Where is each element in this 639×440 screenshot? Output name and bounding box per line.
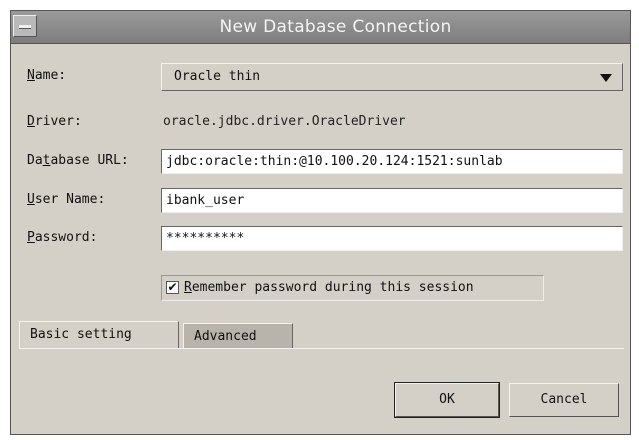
ok-button[interactable]: OK (394, 382, 500, 418)
name-label-mnemonic: N (27, 68, 35, 83)
window-menu-button[interactable] (13, 15, 37, 37)
tab-advanced[interactable]: Advanced (183, 323, 293, 349)
user-name-label: User Name: (27, 192, 105, 207)
password-input[interactable]: ********** (161, 226, 623, 251)
dialog-title: New Database Connection (219, 17, 452, 37)
password-label-text: assword: (34, 230, 98, 245)
driver-label: Driver: (27, 114, 82, 129)
remember-label-text: emember password during this session (191, 280, 474, 295)
url-label: Database URL: (27, 153, 129, 168)
url-label-text: abase URL: (50, 153, 129, 168)
url-label-prefix: Da (27, 153, 43, 168)
window-menu-icon (19, 25, 31, 29)
password-label: Password: (27, 230, 97, 245)
password-value: ********** (166, 231, 245, 246)
remember-password-group[interactable]: ✔ Remember password during this session (161, 275, 544, 301)
name-label: Name: (27, 68, 66, 83)
checkmark-icon: ✔ (167, 280, 178, 294)
user-name-label-mnemonic: U (27, 192, 35, 207)
driver-value: oracle.jdbc.driver.OracleDriver (163, 114, 406, 129)
database-url-value: jdbc:oracle:thin:@10.100.20.124:1521:sun… (166, 154, 503, 169)
remember-password-label[interactable]: Remember password during this session (184, 280, 474, 295)
user-name-label-text: ser Name: (34, 192, 106, 207)
tab-basic-setting[interactable]: Basic setting (19, 321, 179, 349)
password-label-mnemonic: P (27, 230, 35, 245)
remember-password-checkbox[interactable]: ✔ (166, 281, 179, 294)
database-url-input[interactable]: jdbc:oracle:thin:@10.100.20.124:1521:sun… (161, 149, 623, 174)
user-name-value: ibank_user (166, 193, 245, 208)
title-bar: New Database Connection (11, 11, 630, 44)
name-dropdown[interactable]: Oracle thin (161, 63, 623, 91)
name-dropdown-value: Oracle thin (174, 69, 261, 84)
new-connection-dialog: New Database Connection Name: Oracle thi… (10, 10, 631, 435)
driver-label-text: river: (34, 114, 82, 129)
driver-label-mnemonic: D (27, 114, 35, 129)
name-label-text: ame: (34, 68, 67, 83)
cancel-button[interactable]: Cancel (509, 383, 619, 417)
user-name-input[interactable]: ibank_user (161, 188, 623, 213)
remember-label-mnemonic: R (184, 280, 192, 295)
chevron-down-icon[interactable] (600, 74, 612, 82)
